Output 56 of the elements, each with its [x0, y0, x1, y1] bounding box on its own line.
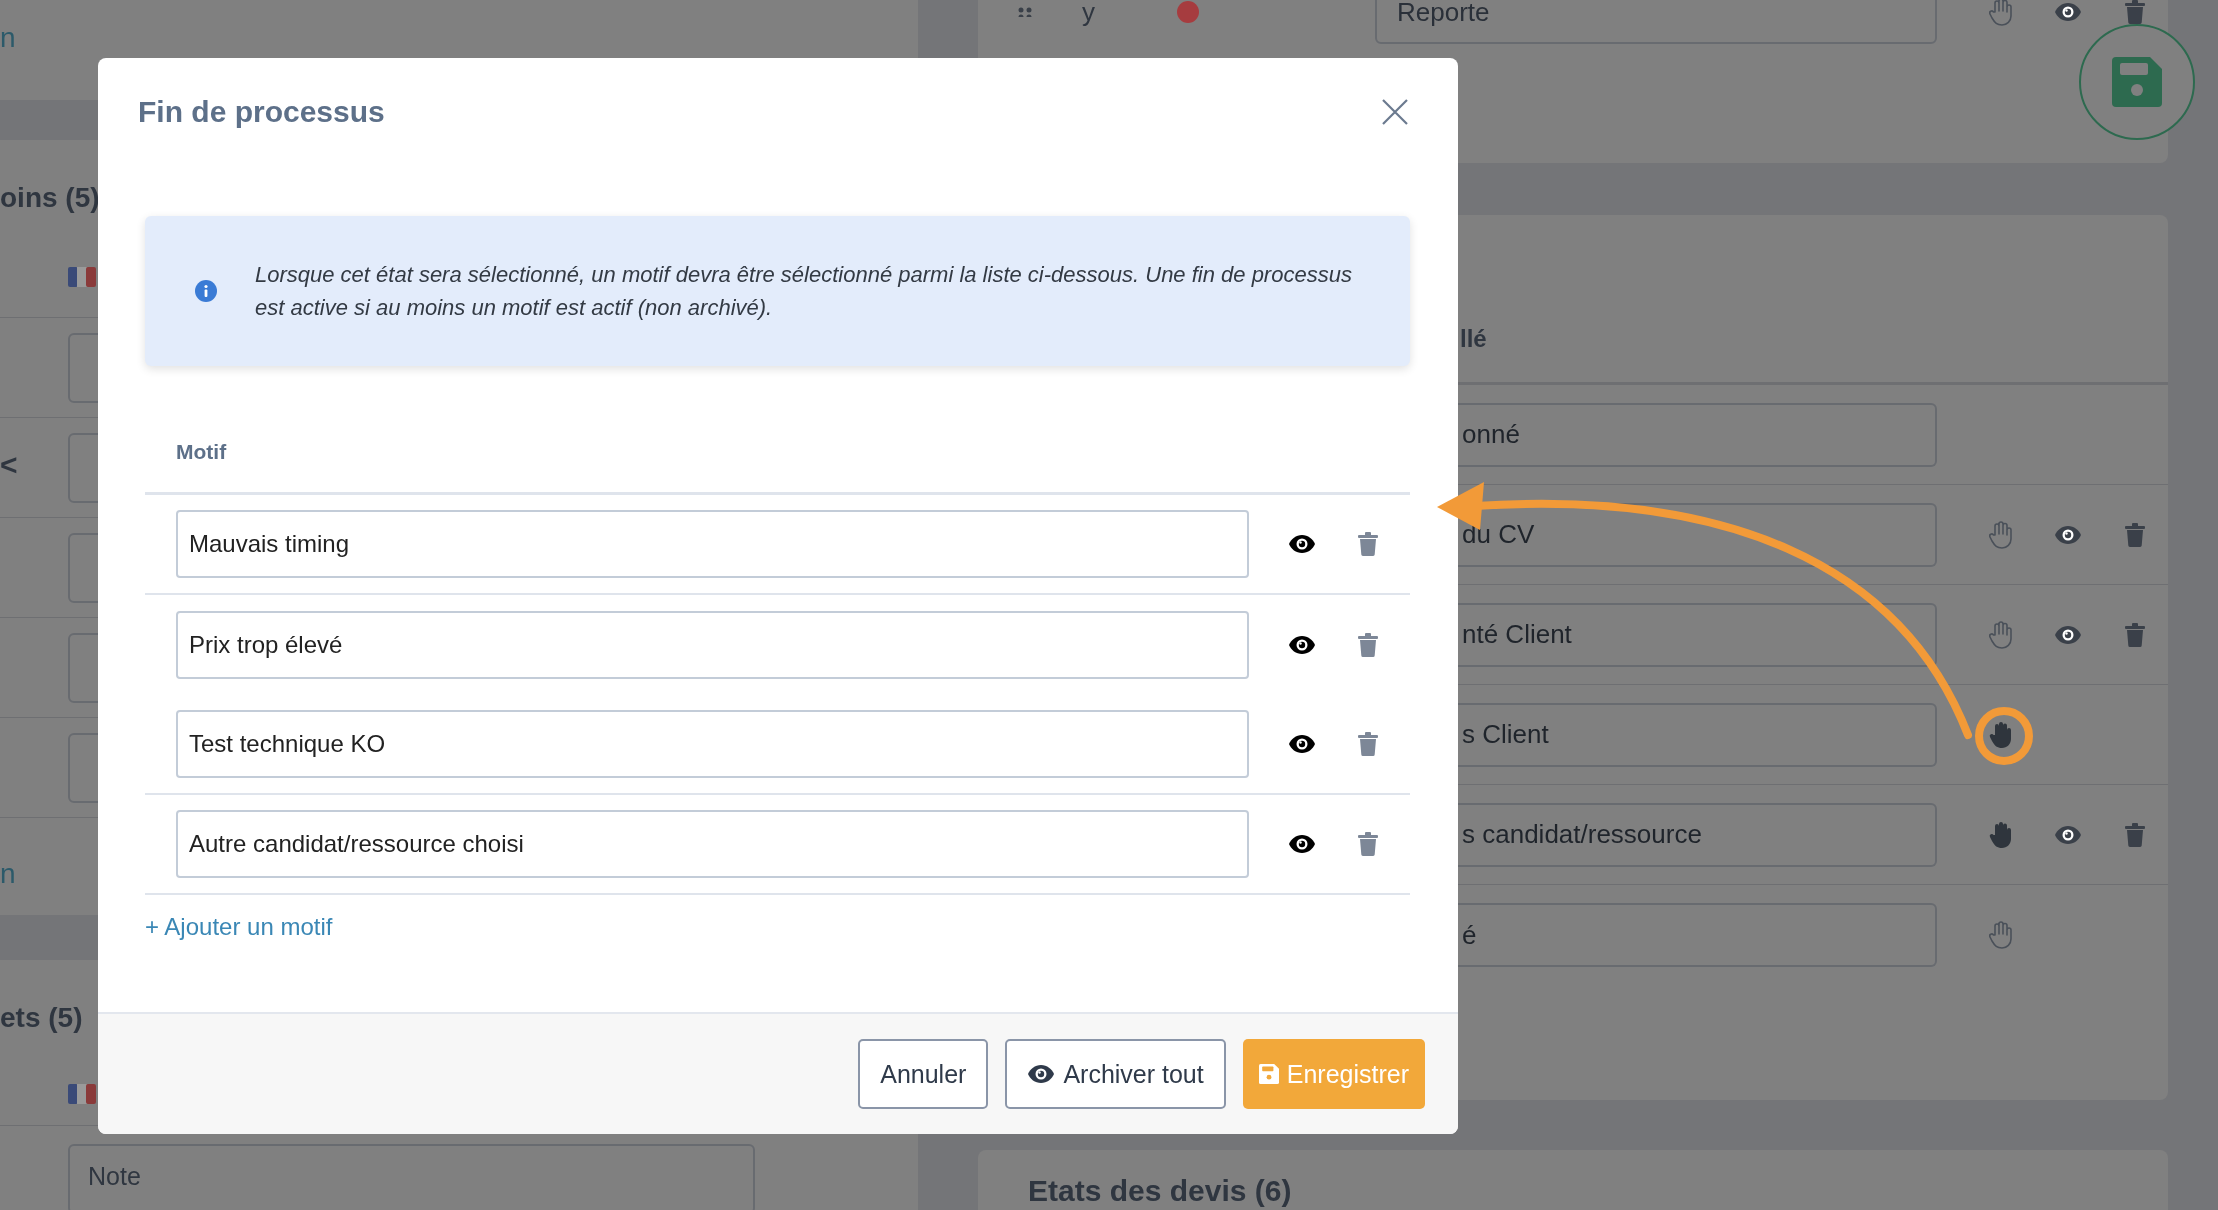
eye-icon[interactable] — [1027, 1064, 1056, 1084]
trash-icon[interactable] — [2124, 0, 2145, 24]
row-label: y — [1082, 0, 1096, 28]
section-title: oins (5) — [0, 181, 100, 215]
input-field[interactable]: Prix trop élevé — [176, 611, 1249, 679]
save-icon — [2112, 57, 2162, 107]
trash-icon[interactable] — [1358, 633, 1378, 657]
input-field[interactable]: onné — [1458, 402, 1938, 467]
status-dot — [1177, 1, 1199, 23]
info-icon — [195, 280, 217, 302]
input-field[interactable]: Note — [68, 1144, 755, 1210]
input-field[interactable]: nté Client — [1458, 602, 1938, 667]
flag-icon[interactable] — [68, 266, 96, 287]
chevron[interactable]: < — [0, 448, 18, 482]
dialog-title: Fin de processus — [138, 95, 385, 129]
hand-icon[interactable] — [1988, 620, 2013, 649]
trash-icon[interactable] — [2124, 822, 2145, 847]
input-field[interactable]: s candidat/ressource — [1458, 802, 1938, 867]
input-field[interactable]: s Client — [1458, 702, 1938, 767]
save-icon — [1258, 1064, 1279, 1084]
eye-icon[interactable] — [1288, 734, 1316, 754]
trash-icon[interactable] — [1358, 532, 1378, 556]
section-title: ets (5) — [0, 1001, 83, 1035]
column-header: llé — [1460, 325, 1487, 352]
cancel-button[interactable]: Annuler — [858, 1039, 989, 1109]
input-field[interactable]: Mauvais timing — [176, 510, 1249, 578]
hand-icon[interactable] — [1988, 0, 2013, 26]
input-field[interactable]: Reporte — [1375, 0, 1937, 44]
eye-icon[interactable] — [1288, 534, 1316, 554]
hand-icon[interactable] — [1988, 520, 2013, 549]
eye-icon[interactable] — [1288, 635, 1316, 655]
hand-icon[interactable] — [1988, 720, 2013, 749]
hand-icon[interactable] — [1988, 820, 2013, 849]
close-icon[interactable] — [1381, 98, 1409, 126]
hand-icon[interactable] — [1988, 921, 2013, 949]
save-button[interactable]: Enregistrer — [1242, 1039, 1425, 1109]
input-field[interactable]: é — [1458, 903, 1938, 967]
trash-icon[interactable] — [2124, 622, 2145, 647]
add-link[interactable]: + Ajouter un motif — [145, 913, 333, 941]
trash-icon[interactable] — [1358, 732, 1378, 756]
drag-handle-icon[interactable] — [1018, 7, 1032, 17]
flag-icon[interactable] — [68, 1083, 96, 1104]
column-header: Motif — [176, 440, 227, 464]
highlight-circle — [1975, 707, 2033, 765]
eye-icon[interactable] — [2053, 624, 2082, 645]
archive-button[interactable]: Archiver tout — [1005, 1039, 1226, 1109]
eye-icon[interactable] — [2053, 2, 2082, 22]
info-text: Lorsque cet état sera sélectionné, un motif devra être sélectionné parmi la liste ci-dessous. Une fin de processus est active si au moins un motif est actif (non archivé). — [255, 261, 1353, 322]
input-field[interactable]: Test technique KO — [176, 710, 1249, 778]
eye-icon[interactable] — [1288, 834, 1316, 854]
eye-icon[interactable] — [2053, 524, 2082, 545]
trash-icon[interactable] — [1358, 832, 1378, 856]
input-field[interactable]: Autre candidat/ressource choisi — [176, 810, 1249, 878]
eye-icon[interactable] — [2053, 824, 2082, 845]
section-title: Etats des devis (6) — [1028, 1174, 1293, 1208]
trash-icon[interactable] — [2124, 522, 2145, 547]
